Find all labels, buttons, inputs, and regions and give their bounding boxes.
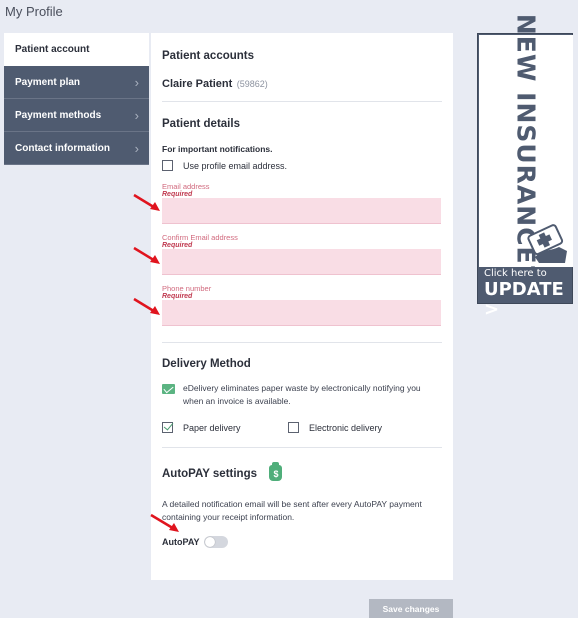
sidebar-item-contact-information[interactable]: Contact information › <box>4 132 149 165</box>
paper-delivery-label: Paper delivery <box>183 422 241 433</box>
paper-delivery-checkbox[interactable] <box>162 422 173 433</box>
delivery-description: eDelivery eliminates paper waste by elec… <box>162 382 442 408</box>
sidebar-item-label: Patient account <box>15 44 90 55</box>
phone-field-group: Phone number Required <box>162 284 442 326</box>
delivery-description-text: eDelivery eliminates paper waste by elec… <box>183 383 421 406</box>
confirm-email-required-note: Required <box>162 242 193 249</box>
banner-top: NEW INSURANCE? <box>479 14 573 280</box>
annotation-arrow-icon <box>133 246 160 264</box>
patient-name: Claire Patient <box>162 78 233 90</box>
divider <box>162 342 442 343</box>
email-field-group: Email address Required <box>162 182 442 224</box>
confirm-email-field[interactable] <box>162 249 441 275</box>
sidebar-item-payment-plan[interactable]: Payment plan › <box>4 66 149 99</box>
use-profile-email-option[interactable]: Use profile email address. <box>162 160 442 171</box>
autopay-toggle-label: AutoPAY <box>162 537 200 547</box>
email-label: Email address <box>162 182 210 191</box>
confirm-email-label: Confirm Email address <box>162 233 238 242</box>
new-insurance-banner[interactable]: NEW INSURANCE? Click here to UPDATE > <box>477 14 573 320</box>
paper-delivery-option[interactable]: Paper delivery <box>162 422 288 433</box>
patient-id: (59862) <box>236 79 268 89</box>
electronic-delivery-checkbox[interactable] <box>288 422 299 433</box>
sidebar-item-label: Payment plan <box>15 76 81 88</box>
autopay-toggle-row: AutoPAY <box>162 536 442 548</box>
annotation-arrow-icon <box>150 513 179 532</box>
email-required-note: Required <box>162 191 193 198</box>
profile-panel: Patient accounts Claire Patient (59862) … <box>151 33 453 580</box>
email-field[interactable] <box>162 198 441 224</box>
notifications-notice: For important notifications. <box>162 144 273 154</box>
patient-details-heading: Patient details <box>162 118 240 130</box>
chevron-right-icon: › <box>134 74 139 90</box>
electronic-delivery-label: Electronic delivery <box>309 422 383 433</box>
autopay-heading-row: AutoPAY settings $ <box>162 461 442 482</box>
annotation-arrow-icon <box>133 193 160 211</box>
phone-number-field[interactable] <box>162 300 441 326</box>
delivery-method-heading: Delivery Method <box>162 358 251 370</box>
autopay-description: A detailed notification email will be se… <box>162 499 422 522</box>
sidebar-item-label: Contact information <box>15 142 110 154</box>
autopay-toggle[interactable] <box>203 536 228 548</box>
use-profile-email-checkbox[interactable] <box>162 160 173 171</box>
page-title: My Profile <box>5 4 63 19</box>
phone-required-note: Required <box>162 293 193 300</box>
banner-update-text: UPDATE > <box>484 279 564 320</box>
chevron-right-icon: › <box>134 140 139 156</box>
annotation-arrow-icon <box>133 297 160 315</box>
money-bag-icon: $ <box>269 461 283 481</box>
use-profile-email-label: Use profile email address. <box>183 160 288 171</box>
sidebar-item-label: Payment methods <box>15 109 102 121</box>
sidebar-item-payment-methods[interactable]: Payment methods › <box>4 99 149 132</box>
patient-account-summary: Claire Patient (59862) <box>162 74 442 92</box>
sidebar-nav: Patient account Payment plan › Payment m… <box>4 33 149 165</box>
divider <box>162 101 442 102</box>
delivery-options: Paper delivery Electronic delivery <box>162 422 442 433</box>
edelivery-icon <box>162 383 175 394</box>
patient-accounts-heading: Patient accounts <box>162 50 255 62</box>
divider <box>162 447 442 448</box>
confirm-email-field-group: Confirm Email address Required <box>162 233 442 275</box>
save-changes-button[interactable]: Save changes <box>369 599 453 618</box>
autopay-heading: AutoPAY settings <box>162 468 257 480</box>
phone-label: Phone number <box>162 284 212 293</box>
chevron-right-icon: › <box>134 107 139 123</box>
banner-cta: Click here to UPDATE > <box>484 268 568 320</box>
electronic-delivery-option[interactable]: Electronic delivery <box>288 422 382 433</box>
sidebar-item-patient-account[interactable]: Patient account <box>4 33 149 66</box>
insurance-card-hand-icon <box>527 224 567 263</box>
